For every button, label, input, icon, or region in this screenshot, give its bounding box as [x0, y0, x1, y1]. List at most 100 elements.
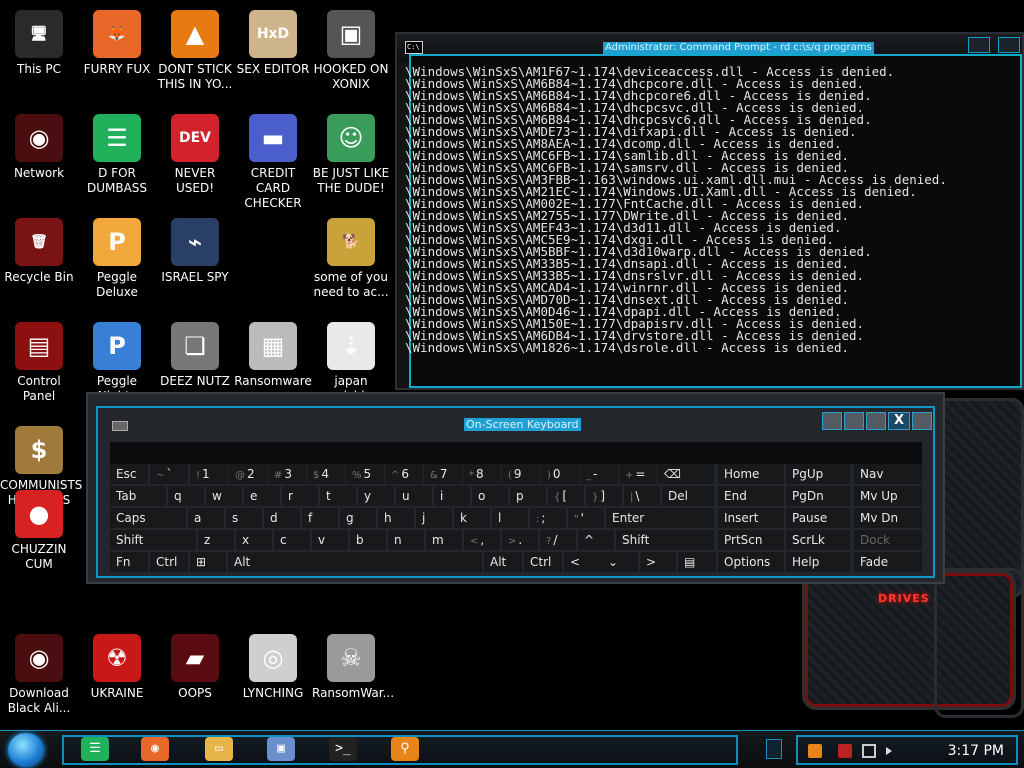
taskbar-clock[interactable]: 3:17 PM — [948, 743, 1004, 759]
key-home[interactable]: Home — [718, 464, 784, 484]
key-pgdn[interactable]: PgDn — [786, 486, 850, 506]
key-fade[interactable]: Fade — [854, 552, 922, 572]
osk-maximize-button[interactable] — [844, 412, 864, 430]
osk-minimize-button[interactable] — [822, 412, 842, 430]
key-lalt[interactable]: Alt — [228, 552, 264, 572]
desktop-shortcut-be-just-like-the-dude[interactable]: ☺ BE JUST LIKE THE DUDE! — [312, 108, 390, 208]
key-3[interactable]: #3 — [268, 464, 306, 484]
desktop-shortcut-vlc[interactable]: ▲ DONT STICK THIS IN YO... — [156, 4, 234, 104]
key-mvdn[interactable]: Mv Dn — [854, 508, 922, 528]
key-l[interactable]: l — [492, 508, 528, 528]
key-f[interactable]: f — [302, 508, 338, 528]
key-downarrow[interactable]: ⌄ — [602, 552, 638, 572]
key-period[interactable]: >. — [502, 530, 538, 550]
key-j[interactable]: j — [416, 508, 452, 528]
desktop-shortcut-download-black-alienware[interactable]: ◉ Download Black Ali... — [0, 628, 78, 728]
key-enter[interactable]: Enter — [606, 508, 714, 528]
key-equals[interactable]: + = — [619, 464, 657, 484]
taskbar-command-prompt-icon[interactable]: >_ — [324, 733, 362, 765]
key-5[interactable]: % 5 — [346, 464, 384, 484]
key-d[interactable]: d — [264, 508, 300, 528]
key-h[interactable]: h — [378, 508, 414, 528]
desktop-shortcut-israel-spy[interactable]: ⌁ ISRAEL SPY — [156, 212, 234, 312]
key-semicolon[interactable]: :; — [530, 508, 566, 528]
show-desktop-icon[interactable] — [766, 739, 782, 759]
key-lshift[interactable]: Shift — [110, 530, 196, 550]
key-4[interactable]: $4 — [307, 464, 345, 484]
desktop-shortcut-network[interactable]: ◉ Network — [0, 108, 78, 208]
key-0[interactable]: ) 0 — [541, 464, 579, 484]
desktop-shortcut-ukraine[interactable]: ☢ UKRAINE — [78, 628, 156, 728]
key-w[interactable]: w — [206, 486, 242, 506]
key-options[interactable]: Options — [718, 552, 784, 572]
key-c[interactable]: c — [274, 530, 310, 550]
taskbar-search-icon[interactable]: ⚲ — [386, 733, 424, 765]
key-q[interactable]: q — [168, 486, 204, 506]
desktop-shortcut-xonix[interactable]: ▣ HOOKED ON XONIX — [312, 4, 390, 104]
key-lctrl[interactable]: Ctrl — [150, 552, 188, 572]
key-8[interactable]: * 8 — [463, 464, 501, 484]
key-backtick[interactable]: ~ ` — [150, 464, 188, 484]
desktop-shortcut-oops[interactable]: ▰ OOPS — [156, 628, 234, 728]
key-tab[interactable]: Tab — [110, 486, 166, 506]
desktop-shortcut-chuzzin-cum[interactable]: ● CHUZZIN CUM — [0, 484, 78, 584]
key-lbracket[interactable]: {[ — [548, 486, 584, 506]
desktop-shortcut-control-panel[interactable]: ▤ Control Panel — [0, 316, 78, 416]
tray-app-icon[interactable] — [808, 744, 822, 758]
desktop-shortcut-this-pc[interactable]: 🖥 This PC — [0, 4, 78, 104]
key-comma[interactable]: <, — [464, 530, 500, 550]
desktop-shortcut-d-for-dumbass[interactable]: ☰ D FOR DUMBASS — [78, 108, 156, 208]
key-nav[interactable]: Nav — [854, 464, 922, 484]
key-rctrl[interactable]: Ctrl — [524, 552, 562, 572]
key-dock[interactable]: Dock — [854, 530, 922, 550]
key-scrlk[interactable]: ScrLk — [786, 530, 850, 550]
key-pgup[interactable]: PgUp — [786, 464, 850, 484]
taskbar-d-for-dumbass-icon[interactable]: ☰ — [76, 733, 114, 765]
key-9[interactable]: (9 — [502, 464, 540, 484]
taskbar-file-explorer-icon[interactable]: ▭ — [200, 733, 238, 765]
key-g[interactable]: g — [340, 508, 376, 528]
key-u[interactable]: u — [396, 486, 432, 506]
key-e[interactable]: e — [244, 486, 280, 506]
key-6[interactable]: ^ 6 — [385, 464, 423, 484]
key-b[interactable]: b — [350, 530, 386, 550]
key-menu[interactable]: ▤ — [678, 552, 716, 572]
osk-extra-button[interactable] — [912, 412, 932, 430]
desktop-shortcut-recycle-bin[interactable]: 🗑 Recycle Bin — [0, 212, 78, 312]
key-uparrow[interactable]: ^ — [578, 530, 614, 550]
start-button[interactable] — [8, 733, 44, 767]
cmd-restore-button[interactable] — [968, 37, 990, 53]
desktop-shortcut-sex-editor[interactable]: HxD SEX EDITOR — [234, 4, 312, 104]
key-x[interactable]: x — [236, 530, 272, 550]
desktop-shortcut-lynching[interactable]: ◎ LYNCHING — [234, 628, 312, 728]
network-tray-icon[interactable] — [862, 744, 876, 758]
key-help[interactable]: Help — [786, 552, 850, 572]
key-o[interactable]: o — [472, 486, 508, 506]
key-quote[interactable]: " ' — [568, 508, 604, 528]
key-slash[interactable]: ? / — [540, 530, 576, 550]
key-p[interactable]: p — [510, 486, 546, 506]
key-t[interactable]: t — [320, 486, 356, 506]
cmd-console-output[interactable]: \Windows\WinSxS\AM1F67~1.174\deviceacces… — [405, 66, 1014, 382]
taskbar-firefox-icon[interactable]: ◉ — [136, 733, 174, 765]
desktop-shortcut-credit-card-checker[interactable]: ▬ CREDIT CARD CHECKER — [234, 108, 312, 210]
desktop-shortcut-never-used[interactable]: DEV NEVER USED! — [156, 108, 234, 208]
key-a[interactable]: a — [188, 508, 224, 528]
key-leftarrow[interactable]: < — [564, 552, 602, 572]
volume-icon[interactable] — [886, 747, 892, 755]
key-caps[interactable]: Caps — [110, 508, 186, 528]
key-del[interactable]: Del — [662, 486, 714, 506]
key-space[interactable] — [264, 552, 482, 572]
key-ralt[interactable]: Alt — [484, 552, 522, 572]
key-rshift[interactable]: Shift — [616, 530, 714, 550]
key-z[interactable]: z — [198, 530, 234, 550]
key-pause[interactable]: Pause — [786, 508, 850, 528]
key-rbracket[interactable]: }] — [586, 486, 622, 506]
key-end[interactable]: End — [718, 486, 784, 506]
on-screen-keyboard-window[interactable]: On-Screen Keyboard X Esc ~ `! 1 @2 #3 $4% 5 ^ 6 & 7… — [86, 392, 945, 584]
key-n[interactable]: n — [388, 530, 424, 550]
key-k[interactable]: k — [454, 508, 490, 528]
command-prompt-window[interactable]: C:\ Administrator: Command Prompt - rd c… — [395, 32, 1024, 390]
key-esc[interactable]: Esc — [110, 464, 148, 484]
key-y[interactable]: y — [358, 486, 394, 506]
